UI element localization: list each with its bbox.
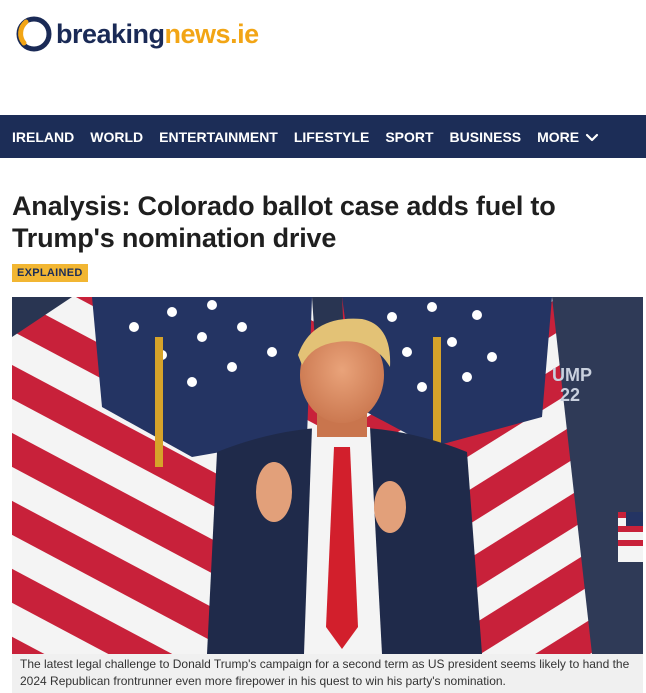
background-sign-text-2: 22 [560, 385, 580, 405]
photo-caption: The latest legal challenge to Donald Tru… [12, 654, 643, 693]
background-sign-text: UMP [552, 365, 592, 385]
article-photo[interactable]: UMP 22 [12, 297, 643, 654]
nav-item-sport[interactable]: SPORT [385, 129, 433, 145]
nav-item-entertainment[interactable]: ENTERTAINMENT [159, 129, 278, 145]
nav-item-more[interactable]: MORE [537, 129, 599, 145]
nav-item-lifestyle[interactable]: LIFESTYLE [294, 129, 369, 145]
logo-wordmark: breakingnews.ie [56, 18, 260, 49]
explained-badge: EXPLAINED [12, 264, 88, 282]
main-nav: IRELAND WORLD ENTERTAINMENT LIFESTYLE SP… [0, 115, 646, 158]
site-logo[interactable]: breakingnews.ie [14, 10, 259, 56]
logo-part-breaking: breaking [56, 18, 165, 49]
nav-item-more-label: MORE [537, 128, 580, 145]
nav-item-world[interactable]: WORLD [90, 129, 143, 145]
nav-item-business[interactable]: BUSINESS [450, 129, 522, 145]
logo-o-icon [16, 16, 52, 52]
photo-illustration: UMP 22 [12, 297, 643, 654]
nav-item-ireland[interactable]: IRELAND [12, 129, 74, 145]
chevron-down-icon [586, 133, 599, 141]
article-headline: Analysis: Colorado ballot case adds fuel… [12, 191, 556, 253]
logo-part-newsie: news.ie [164, 18, 260, 49]
